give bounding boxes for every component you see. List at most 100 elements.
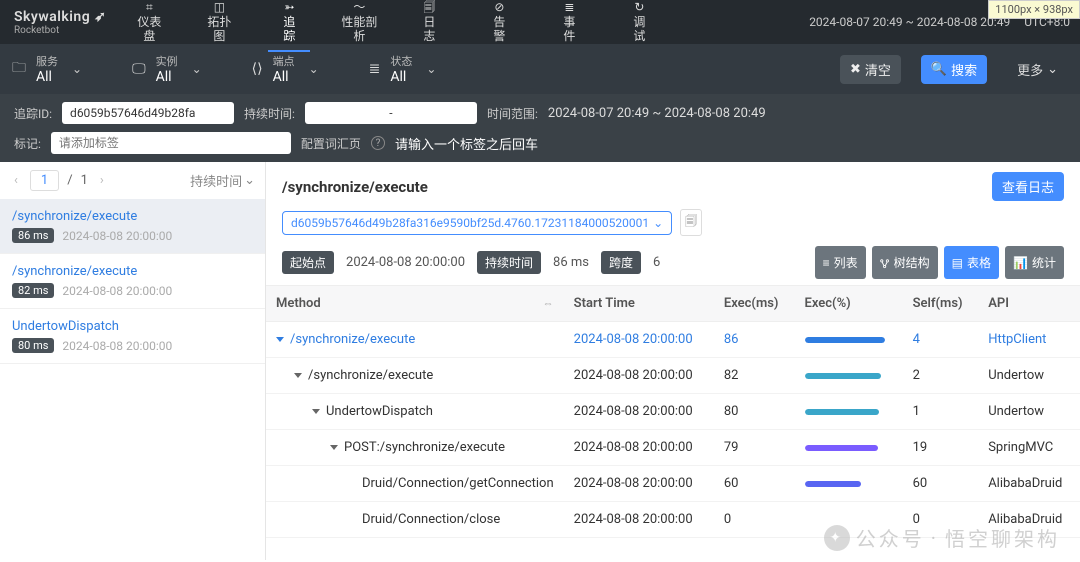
tag-label: 标记:	[14, 135, 41, 152]
range-label: 时间范围:	[487, 105, 538, 122]
col-self: Self(ms)	[903, 286, 979, 322]
duration-badge: 86 ms	[12, 228, 54, 243]
nav-item-4[interactable]: 🗐日志	[408, 0, 450, 43]
view-logs-button[interactable]: 查看日志	[992, 172, 1064, 201]
nav-item-7[interactable]: ↻调试	[618, 0, 660, 43]
range-value: 2024-08-07 20:49 ~ 2024-08-08 20:49	[548, 106, 766, 121]
nav-icon: ⌗	[146, 0, 153, 14]
chevron-down-icon: ⌄	[422, 62, 466, 76]
nav-item-5[interactable]: ⊘告警	[478, 0, 520, 43]
list-icon: ≡	[823, 256, 830, 270]
service-icon: 🗀	[12, 57, 26, 81]
span-row[interactable]: POST:/synchronize/execute2024-08-08 20:0…	[266, 430, 1080, 466]
nav-item-2[interactable]: ➳追踪	[268, 0, 310, 43]
exec-bar	[805, 337, 885, 343]
copy-icon[interactable]: 🗐	[680, 209, 702, 236]
span-row[interactable]: UndertowDispatch2024-08-08 20:00:00801Un…	[266, 394, 1080, 430]
span-row[interactable]: /synchronize/execute2024-08-08 20:00:008…	[266, 358, 1080, 394]
exec-bar	[805, 517, 885, 523]
nav-item-3[interactable]: 〜性能剖析	[338, 0, 380, 43]
trace-list-item[interactable]: /synchronize/execute82 ms2024-08-08 20:0…	[0, 254, 265, 309]
col-exec: Exec(ms)	[714, 286, 795, 322]
help-icon[interactable]: ?	[371, 136, 385, 150]
caret-icon[interactable]	[312, 409, 320, 414]
chevron-down-icon: ⌄	[1047, 62, 1058, 77]
start-pill: 起始点	[282, 251, 334, 274]
span-pill: 跨度	[601, 251, 641, 274]
nav-icon: ◫	[214, 0, 225, 14]
view-list-button[interactable]: ≡列表	[815, 246, 866, 279]
close-icon: ✖	[850, 62, 861, 77]
duration-value: 86 ms	[553, 255, 589, 270]
view-table-button[interactable]: ▤表格	[944, 246, 999, 279]
chevron-down-icon: ⌄	[244, 173, 255, 188]
page-total: 1	[81, 173, 88, 188]
nav-item-6[interactable]: ≣事件	[548, 0, 590, 43]
exec-bar	[805, 409, 885, 415]
caret-icon[interactable]	[330, 445, 338, 450]
instance-icon: 🖵	[132, 61, 146, 77]
exec-bar	[805, 373, 885, 379]
filter-endpoint[interactable]: ⟨⟩ 端点All ⌄	[252, 53, 349, 85]
nav-icon: 🗐	[423, 0, 435, 14]
duration-badge: 80 ms	[12, 338, 54, 353]
chevron-down-icon: ⌄	[653, 216, 663, 230]
col-api: API	[978, 286, 1080, 322]
vocab-link[interactable]: 配置词汇页	[301, 135, 361, 152]
traceid-label: 追踪ID:	[14, 105, 52, 122]
duration-badge: 82 ms	[12, 283, 54, 298]
brand-name: Skywalking	[14, 9, 90, 25]
exec-bar	[805, 481, 885, 487]
caret-icon[interactable]	[294, 373, 302, 378]
table-icon: ▤	[952, 256, 963, 270]
filter-status[interactable]: ≣ 状态All ⌄	[369, 53, 467, 85]
trace-title: /synchronize/execute	[282, 178, 428, 196]
logo: Skywalking➶ Rocketbot	[0, 0, 120, 44]
exec-bar	[805, 445, 885, 451]
viewport-chip: 1100px × 938px	[988, 0, 1080, 19]
duration-label: 持续时间:	[244, 105, 295, 122]
duration-input[interactable]	[305, 102, 477, 124]
tag-input[interactable]	[51, 132, 291, 154]
view-tree-button[interactable]: 🜉树结构	[872, 246, 938, 279]
trace-list-item[interactable]: /synchronize/execute86 ms2024-08-08 20:0…	[0, 199, 265, 254]
filter-instance[interactable]: 🖵 实例All ⌄	[132, 53, 232, 85]
nav-icon: ➳	[284, 0, 294, 14]
view-stat-button[interactable]: 📊统计	[1005, 246, 1064, 279]
col-start: Start Time	[564, 286, 714, 322]
prev-page[interactable]: ‹	[10, 171, 22, 190]
status-icon: ≣	[369, 61, 381, 77]
search-icon: 🔍	[931, 62, 947, 77]
start-value: 2024-08-08 20:00:00	[346, 255, 465, 270]
trace-list-item[interactable]: UndertowDispatch80 ms2024-08-08 20:00:00	[0, 309, 265, 364]
next-page[interactable]: ›	[96, 171, 108, 190]
search-button[interactable]: 🔍搜索	[921, 55, 987, 84]
span-value: 6	[653, 255, 660, 270]
tree-icon: 🜉	[880, 250, 890, 275]
nav-icon: ≣	[564, 0, 574, 14]
nav-icon: ↻	[634, 0, 644, 14]
chevron-down-icon: ⌄	[68, 62, 112, 76]
col-method: Method	[276, 296, 321, 311]
sort-select[interactable]: 持续时间 ⌄	[190, 171, 255, 190]
time-range[interactable]: 2024-08-07 20:49 ~ 2024-08-08 20:49	[809, 15, 1010, 29]
span-row[interactable]: Druid/Connection/getConnection2024-08-08…	[266, 466, 1080, 502]
nav-icon: 〜	[353, 0, 365, 14]
chevron-down-icon: ⌄	[188, 62, 232, 76]
nav-item-0[interactable]: ⌗仪表盘	[128, 0, 170, 43]
endpoint-icon: ⟨⟩	[252, 61, 263, 77]
filter-service[interactable]: 🗀 服务All ⌄	[12, 53, 112, 85]
page-number[interactable]: 1	[30, 170, 59, 191]
caret-icon[interactable]	[276, 337, 284, 342]
brand-icon: ➶	[94, 9, 106, 25]
nav-item-1[interactable]: ◫拓扑图	[198, 0, 240, 43]
clear-button[interactable]: ✖清空	[840, 55, 901, 84]
span-row[interactable]: /synchronize/execute2024-08-08 20:00:008…	[266, 322, 1080, 358]
brand-sub: Rocketbot	[14, 25, 106, 36]
resize-handle[interactable]: ⇔	[543, 297, 554, 310]
span-row[interactable]: Druid/Connection/close2024-08-08 20:00:0…	[266, 502, 1080, 538]
chevron-down-icon: ⌄	[305, 62, 349, 76]
trace-id-select[interactable]: d6059b57646d49b28fa316e9590bf25d.4760.17…	[282, 211, 672, 235]
more-button[interactable]: 更多 ⌄	[1007, 55, 1068, 84]
traceid-input[interactable]	[62, 102, 234, 124]
